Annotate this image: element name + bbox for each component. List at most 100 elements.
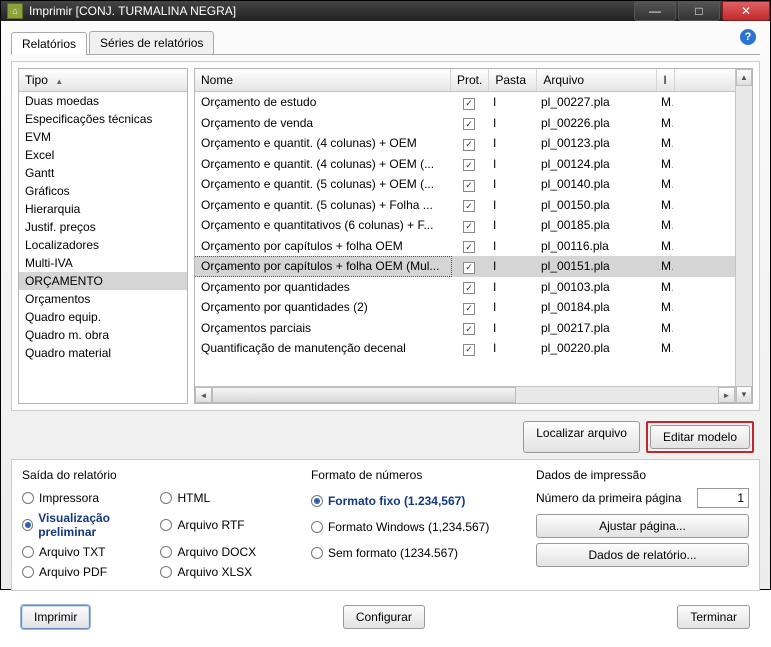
cell-prot[interactable]: ✓ (451, 93, 487, 112)
v-scrollbar[interactable]: ▲ ▼ (735, 69, 752, 403)
saida-pdf[interactable]: Arquivo PDF (22, 562, 160, 582)
tipo-item[interactable]: Quadro material (19, 344, 187, 362)
report-row[interactable]: Orçamento e quantit. (4 colunas) + OEM (… (195, 154, 735, 175)
report-row[interactable]: Orçamento por quantidades✓Ipl_00103.plaM (195, 277, 735, 298)
tipo-item[interactable]: Multi-IVA (19, 254, 187, 272)
report-row[interactable]: Orçamento de estudo✓Ipl_00227.plaM (195, 92, 735, 113)
tipo-item[interactable]: Gráficos (19, 182, 187, 200)
tipo-item[interactable]: Especificações técnicas (19, 110, 187, 128)
h-scrollbar[interactable]: ◄ ► (195, 386, 735, 403)
terminar-button[interactable]: Terminar (677, 605, 750, 629)
scroll-down-icon[interactable]: ▼ (736, 386, 752, 403)
help-icon[interactable]: ? (740, 29, 756, 45)
tipo-item[interactable]: Duas moedas (19, 92, 187, 110)
cell-arquivo: pl_00184.pla (535, 298, 655, 317)
report-row[interactable]: Orçamento e quantit. (4 colunas) + OEM✓I… (195, 133, 735, 154)
tipo-item[interactable]: Quadro equip. (19, 308, 187, 326)
cell-prot[interactable]: ✓ (451, 114, 487, 133)
titlebar: ⌂ Imprimir [CONJ. TURMALINA NEGRA] — □ ✕ (1, 1, 770, 21)
radio-icon (311, 495, 323, 507)
ajustar-pagina-button[interactable]: Ajustar página... (536, 514, 749, 538)
tipo-item[interactable]: Hierarquia (19, 200, 187, 218)
col-pasta[interactable]: Pasta (489, 69, 537, 91)
close-button[interactable]: ✕ (722, 1, 770, 21)
cell-prot[interactable]: ✓ (451, 278, 487, 297)
cell-arquivo: pl_00227.pla (535, 93, 655, 112)
cell-prot[interactable]: ✓ (451, 155, 487, 174)
cell-prot[interactable]: ✓ (451, 175, 487, 194)
saida-xlsx[interactable]: Arquivo XLSX (160, 562, 298, 582)
tipo-header[interactable]: Tipo ▲ (19, 69, 187, 92)
tab-series[interactable]: Séries de relatórios (89, 31, 214, 54)
tipo-item[interactable]: Orçamentos (19, 290, 187, 308)
cell-l: M (655, 196, 673, 215)
col-arquivo[interactable]: Arquivo (537, 69, 657, 91)
scroll-left-icon[interactable]: ◄ (195, 387, 212, 403)
primeira-pagina-input[interactable] (697, 488, 749, 508)
report-row[interactable]: Orçamento de venda✓Ipl_00226.plaM (195, 113, 735, 134)
reports-headers: Nome Prot. Pasta Arquivo I (195, 69, 735, 92)
reports-rows[interactable]: Orçamento de estudo✓Ipl_00227.plaMOrçame… (195, 92, 735, 386)
cell-pasta: I (487, 339, 535, 358)
tipo-item[interactable]: Gantt (19, 164, 187, 182)
imprimir-button[interactable]: Imprimir (21, 605, 90, 629)
h-thumb[interactable] (212, 387, 516, 403)
report-row[interactable]: Orçamento por capítulos + folha OEM✓Ipl_… (195, 236, 735, 257)
cell-arquivo: pl_00124.pla (535, 155, 655, 174)
localizar-arquivo-button[interactable]: Localizar arquivo (523, 421, 640, 453)
maximize-button[interactable]: □ (678, 1, 720, 21)
editar-highlight: Editar modelo (646, 421, 754, 453)
cell-prot[interactable]: ✓ (451, 257, 487, 276)
cell-prot[interactable]: ✓ (451, 237, 487, 256)
tipo-item[interactable]: Quadro m. obra (19, 326, 187, 344)
tab-relatorios[interactable]: Relatórios (11, 32, 87, 55)
saida-visual[interactable]: Visualização preliminar (22, 508, 160, 542)
cell-prot[interactable]: ✓ (451, 134, 487, 153)
formato-sem[interactable]: Sem formato (1234.567) (311, 540, 524, 566)
dados-relatorio-button[interactable]: Dados de relatório... (536, 543, 749, 567)
report-row[interactable]: Orçamento e quantit. (5 colunas) + Folha… (195, 195, 735, 216)
saida-rtf[interactable]: Arquivo RTF (160, 508, 298, 542)
report-row[interactable]: Orçamentos parciais✓Ipl_00217.plaM (195, 318, 735, 339)
col-l[interactable]: I (657, 69, 675, 91)
cell-prot[interactable]: ✓ (451, 339, 487, 358)
saida-docx[interactable]: Arquivo DOCX (160, 542, 298, 562)
saida-txt[interactable]: Arquivo TXT (22, 542, 160, 562)
cell-nome: Orçamento de venda (195, 114, 451, 133)
radio-icon (22, 492, 34, 504)
scroll-right-icon[interactable]: ► (718, 387, 735, 403)
tipo-item[interactable]: EVM (19, 128, 187, 146)
tipo-item[interactable]: Excel (19, 146, 187, 164)
editar-modelo-button[interactable]: Editar modelo (650, 425, 750, 449)
cell-l: M (655, 134, 673, 153)
tipo-item[interactable]: Justif. preços (19, 218, 187, 236)
cell-prot[interactable]: ✓ (451, 319, 487, 338)
tipo-item[interactable]: ORÇAMENTO (19, 272, 187, 290)
cell-prot[interactable]: ✓ (451, 196, 487, 215)
dados-imp-title: Dados de impressão (536, 468, 749, 482)
report-row[interactable]: Orçamento por quantidades (2)✓Ipl_00184.… (195, 297, 735, 318)
formato-fixo[interactable]: Formato fixo (1.234,567) (311, 488, 524, 514)
col-prot[interactable]: Prot. (451, 69, 489, 91)
configurar-button[interactable]: Configurar (343, 605, 425, 629)
scroll-up-icon[interactable]: ▲ (736, 69, 752, 86)
cell-nome: Orçamento por capítulos + folha OEM (195, 237, 451, 256)
cell-pasta: I (487, 278, 535, 297)
minimize-button[interactable]: — (634, 1, 676, 21)
tipo-list[interactable]: Duas moedasEspecificações técnicasEVMExc… (19, 92, 187, 403)
saida-impressora[interactable]: Impressora (22, 488, 160, 508)
tipo-item[interactable]: Localizadores (19, 236, 187, 254)
cell-pasta: I (487, 93, 535, 112)
report-row[interactable]: Orçamento por capítulos + folha OEM (Mul… (195, 256, 735, 277)
report-row[interactable]: Orçamento e quantitativos (6 colunas) + … (195, 215, 735, 236)
radio-label: Visualização preliminar (38, 511, 160, 539)
cell-prot[interactable]: ✓ (451, 216, 487, 235)
col-nome[interactable]: Nome (195, 69, 451, 91)
report-row[interactable]: Orçamento e quantit. (5 colunas) + OEM (… (195, 174, 735, 195)
cell-prot[interactable]: ✓ (451, 298, 487, 317)
report-row[interactable]: Quantificação de manutenção decenal✓Ipl_… (195, 338, 735, 359)
cell-l: M (655, 216, 673, 235)
cell-nome: Orçamento e quantit. (4 colunas) + OEM (… (195, 155, 451, 174)
formato-win[interactable]: Formato Windows (1,234.567) (311, 514, 524, 540)
saida-html[interactable]: HTML (160, 488, 298, 508)
